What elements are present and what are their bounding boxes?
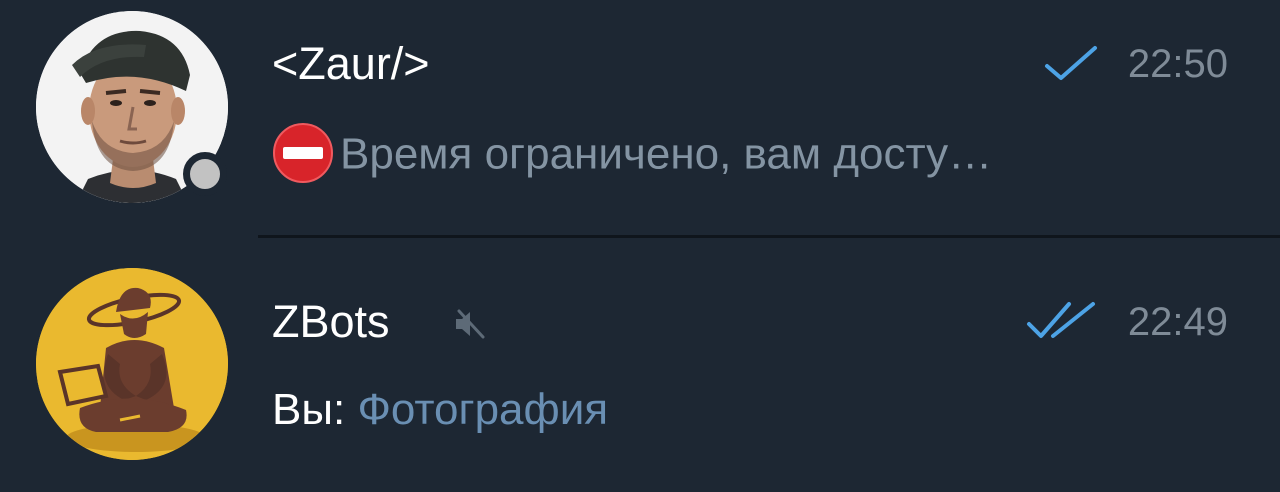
chat-row-zaur[interactable]: <Zaur/> 22:50 Время ограничено, вам дост… (0, 0, 1280, 236)
chat-time: 22:50 (1127, 42, 1228, 86)
chat-title: <Zaur/> (272, 38, 430, 89)
chat-preview: Вы: Фотография (272, 384, 608, 436)
preview-attachment: Фотография (357, 385, 609, 434)
no-entry-icon (273, 123, 333, 183)
bot-avatar-image (36, 268, 228, 460)
chat-preview: Время ограничено, вам досту… (272, 123, 993, 188)
chat-title: ZBots (272, 296, 390, 347)
chat-row-zbots[interactable]: ZBots 22:49 Вы: Фотография (0, 238, 1280, 474)
preview-sender: Вы: (272, 385, 346, 434)
avatar[interactable] (36, 268, 228, 460)
mute-icon (456, 309, 485, 339)
preview-text: Время ограничено, вам досту… (340, 129, 993, 179)
single-check-icon (1045, 46, 1097, 80)
chat-list: <Zaur/> 22:50 Время ограничено, вам дост… (0, 0, 1280, 492)
double-check-icon (1027, 302, 1095, 338)
chat-time: 22:49 (1127, 300, 1228, 344)
online-status-indicator (183, 152, 227, 196)
